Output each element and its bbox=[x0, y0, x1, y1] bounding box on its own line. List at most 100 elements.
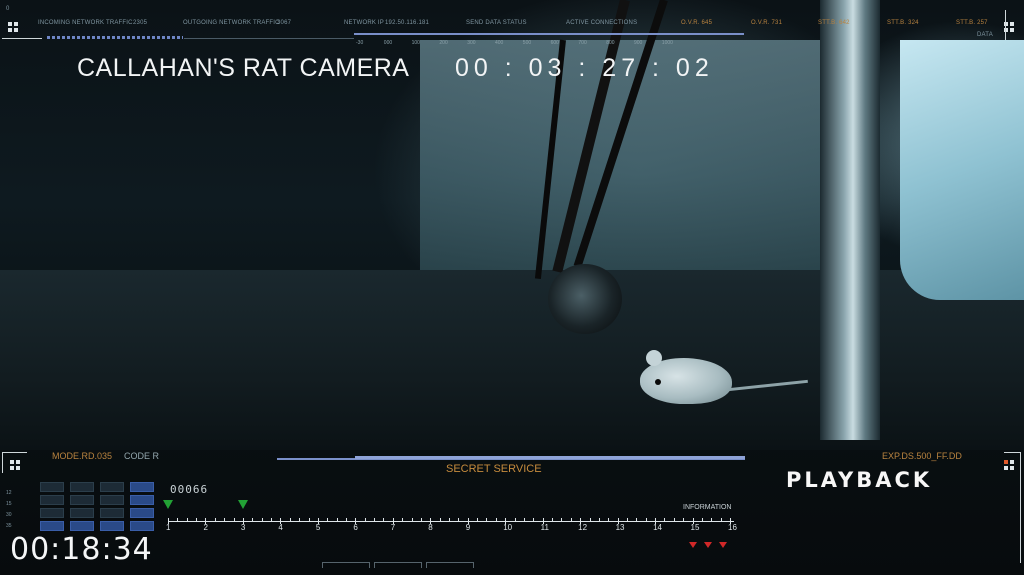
corner-zero: 0 bbox=[6, 6, 10, 12]
slot-tab bbox=[322, 562, 370, 568]
slot-tab bbox=[374, 562, 422, 568]
timeline-number: 8 bbox=[428, 523, 433, 532]
timeline-tick bbox=[636, 518, 638, 522]
timeline-tick bbox=[458, 518, 460, 522]
scale-label: 500 bbox=[522, 40, 532, 46]
grid-icon bbox=[8, 22, 18, 32]
scale-label: 700 bbox=[578, 40, 587, 46]
sttb-3: STT.B. 257 bbox=[956, 20, 988, 26]
timeline-number: 12 bbox=[578, 523, 588, 532]
scale-label: 200 bbox=[439, 40, 448, 46]
top-left-bracket bbox=[2, 38, 42, 39]
signal-range-bar bbox=[354, 33, 744, 35]
grid-icon bbox=[10, 460, 20, 470]
timeline-tick bbox=[233, 518, 235, 522]
level-cell bbox=[100, 482, 124, 492]
level-cell bbox=[130, 508, 154, 518]
mode-readout: MODE.RD.035 bbox=[52, 451, 113, 461]
grid-label: 30 bbox=[6, 512, 12, 518]
timeline-tick bbox=[439, 518, 441, 522]
timeline-tick bbox=[345, 518, 347, 522]
green-marker-icon[interactable] bbox=[237, 500, 248, 509]
mouse-eye bbox=[655, 379, 661, 385]
red-marker-icon[interactable] bbox=[718, 542, 727, 548]
timeline-tick bbox=[402, 518, 404, 522]
timeline-number: 5 bbox=[315, 523, 321, 532]
scale-label: 1000 bbox=[661, 40, 673, 46]
send-status-label: SEND DATA STATUS bbox=[466, 20, 527, 26]
timeline-tick bbox=[486, 518, 488, 522]
timeline-tick bbox=[570, 518, 572, 522]
ovr-1: O.V.R. 645 bbox=[681, 20, 713, 26]
metal-pole bbox=[820, 0, 880, 440]
red-marker-icon[interactable] bbox=[703, 542, 712, 548]
timeline-tick bbox=[523, 518, 525, 522]
timeline-number: 7 bbox=[390, 523, 396, 532]
timeline-tick bbox=[327, 518, 329, 522]
timeline-number: 6 bbox=[353, 523, 358, 532]
timeline-tick bbox=[645, 518, 647, 522]
level-cell bbox=[40, 521, 64, 531]
level-cell bbox=[100, 521, 124, 531]
timeline-tick bbox=[495, 518, 497, 522]
scale-label: -30 bbox=[356, 40, 364, 46]
code-readout: CODE R bbox=[124, 451, 160, 461]
timeline-tick bbox=[289, 518, 291, 522]
scale-label: 600 bbox=[550, 40, 559, 46]
elapsed-clock: 00:18:34 bbox=[10, 532, 153, 567]
timeline-number: 9 bbox=[465, 523, 471, 532]
timeline-tick bbox=[589, 518, 591, 522]
red-marker-icon[interactable] bbox=[688, 542, 697, 548]
level-cell bbox=[130, 482, 154, 492]
level-cell bbox=[70, 482, 94, 492]
timeline-tick bbox=[533, 518, 535, 522]
timeline-tick bbox=[561, 518, 563, 522]
timeline-tick bbox=[720, 518, 722, 522]
scale-label: 800 bbox=[606, 40, 615, 46]
scale-label: 100 bbox=[411, 40, 420, 46]
timeline-tick bbox=[177, 518, 179, 522]
level-cell bbox=[70, 508, 94, 518]
level-cell bbox=[70, 495, 94, 505]
incoming-label: INCOMING NETWORK TRAFFIC bbox=[38, 20, 133, 26]
incoming-value: 2305 bbox=[133, 20, 148, 26]
scale-label: 900 bbox=[634, 40, 643, 46]
timeline-tick bbox=[308, 518, 310, 522]
information-label: INFORMATION bbox=[683, 504, 732, 511]
timeline-tick bbox=[299, 518, 301, 522]
timeline-tick bbox=[336, 518, 338, 522]
network-ip-label: NETWORK IP bbox=[344, 20, 385, 26]
timeline-number: 15 bbox=[690, 523, 700, 532]
sttb-2: STT.B. 324 bbox=[887, 20, 919, 26]
green-marker-icon[interactable] bbox=[163, 500, 173, 509]
level-grid bbox=[40, 482, 156, 534]
mouse-ear bbox=[646, 350, 662, 366]
timeline-tick bbox=[701, 518, 703, 522]
wheel bbox=[548, 264, 622, 334]
timeline-tick bbox=[214, 518, 216, 522]
connections-label: ACTIVE CONNECTIONS bbox=[566, 20, 638, 26]
signal-scale: -30 000 100 200 300 400 500 600 700 800 900 1000 bbox=[350, 40, 673, 48]
traffic-indicator-bar bbox=[47, 36, 183, 39]
top-right-bracket bbox=[1005, 10, 1006, 40]
timeline-tick bbox=[196, 518, 198, 522]
bottom-signal-bar bbox=[355, 456, 745, 459]
scale-label: 400 bbox=[495, 40, 504, 46]
timeline-tick bbox=[449, 518, 450, 522]
ovr-2: O.V.R. 731 bbox=[751, 20, 783, 26]
timeline-number: 16 bbox=[728, 523, 737, 532]
outgoing-label: OUTGOING NETWORK TRAFFIC bbox=[183, 20, 280, 26]
timeline-tick bbox=[598, 518, 600, 522]
level-cell bbox=[40, 495, 64, 505]
grid-labels: 12 15 30 35 bbox=[6, 488, 12, 532]
playback-timeline[interactable] bbox=[168, 518, 734, 528]
timeline-tick bbox=[261, 518, 263, 522]
timeline-number: 13 bbox=[615, 523, 625, 532]
timeline-number: 3 bbox=[240, 523, 246, 532]
level-cell bbox=[130, 521, 154, 531]
level-cell bbox=[100, 495, 124, 505]
timeline-tick bbox=[252, 518, 254, 522]
exposure-readout: EXP.DS.500_FF.DD bbox=[882, 451, 962, 461]
cloth-sheet bbox=[900, 40, 1024, 300]
sttb-1: STT.B. 642 bbox=[818, 20, 850, 26]
